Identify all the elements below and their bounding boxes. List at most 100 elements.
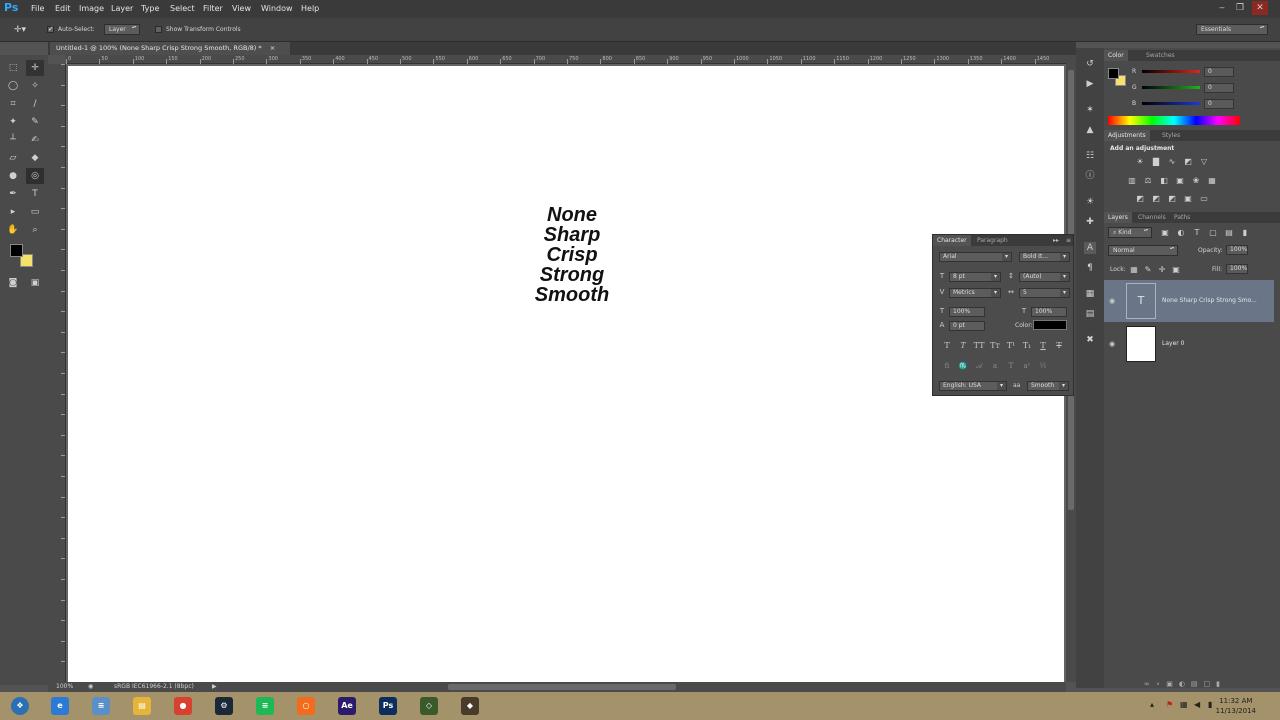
lock-all-icon[interactable]: ▣ xyxy=(1171,265,1181,275)
tracking-field[interactable]: 5 xyxy=(1019,288,1070,298)
small-caps-icon[interactable]: Tᴛ xyxy=(989,341,1001,350)
color-lookup-icon[interactable]: ▦ xyxy=(1207,176,1217,186)
faux-bold-icon[interactable]: T xyxy=(941,341,953,350)
opacity-value[interactable]: 100% xyxy=(1226,245,1248,255)
navigator-icon[interactable]: ▲ xyxy=(1084,124,1096,136)
tray-volume-icon[interactable]: ◀ xyxy=(1194,700,1200,709)
status-info-icon[interactable]: ◉ xyxy=(88,682,93,692)
taskbar-app-chrome[interactable]: ● xyxy=(165,694,201,718)
text-color-swatch[interactable] xyxy=(1033,320,1067,330)
collapse-panel-icon[interactable]: ▸▸ xyxy=(1053,235,1059,246)
layer-row-layer0[interactable]: ◉ Layer 0 xyxy=(1104,323,1274,365)
brush-presets-icon[interactable]: ✶ xyxy=(1084,104,1096,116)
baseline-shift-field[interactable]: 0 pt xyxy=(949,321,985,331)
status-menu-arrow-icon[interactable]: ▶ xyxy=(212,682,217,692)
healing-brush-tool-icon[interactable]: ✦ xyxy=(4,114,22,130)
channel-r-slider[interactable] xyxy=(1142,70,1200,73)
taskbar-app-app10[interactable]: ◆ xyxy=(452,694,488,718)
tray-expand-icon[interactable]: ▴ xyxy=(1150,700,1154,709)
blend-mode-dropdown[interactable]: Normal xyxy=(1108,245,1178,256)
visibility-eye-icon[interactable]: ◉ xyxy=(1109,280,1115,322)
horizontal-scrollbar[interactable] xyxy=(290,682,1066,692)
tab-styles[interactable]: Styles xyxy=(1158,130,1184,141)
invert-icon[interactable]: ◩ xyxy=(1135,194,1145,204)
menu-edit[interactable]: Edit xyxy=(55,0,71,18)
ordinals-icon[interactable]: a¹ xyxy=(1021,362,1033,370)
marquee-tool-icon[interactable]: ⬚ xyxy=(4,60,22,76)
tab-character[interactable]: Character xyxy=(933,235,971,246)
dodge-tool-icon[interactable]: ◎ xyxy=(26,168,44,184)
auto-select-checkbox[interactable] xyxy=(47,25,54,33)
horizontal-scale-field[interactable]: 100% xyxy=(1031,307,1067,317)
menu-file[interactable]: File xyxy=(31,0,44,18)
vibrance-icon[interactable]: ▽ xyxy=(1199,157,1209,167)
font-size-field[interactable]: 8 pt xyxy=(949,272,1001,282)
tab-paragraph[interactable]: Paragraph xyxy=(973,235,1012,246)
eyedropper-tool-icon[interactable]: ∕ xyxy=(26,96,44,112)
foreground-color-swatch[interactable] xyxy=(10,244,23,257)
gradient-map-icon[interactable]: ▭ xyxy=(1199,194,1209,204)
all-caps-icon[interactable]: TT xyxy=(973,341,985,350)
notes-icon[interactable]: ▤ xyxy=(1084,308,1096,320)
workspace-dropdown[interactable]: Essentials xyxy=(1196,24,1268,35)
faux-italic-icon[interactable]: T xyxy=(957,341,969,350)
document-tab-close-icon[interactable]: × xyxy=(270,44,275,52)
fractions-icon[interactable]: ½ xyxy=(1037,362,1049,370)
quick-mask-icon[interactable]: ◙ xyxy=(4,275,22,291)
curves-icon[interactable]: ∿ xyxy=(1167,157,1177,167)
document-tab[interactable]: Untitled-1 @ 100% (None Sharp Crisp Stro… xyxy=(50,42,290,55)
kerning-field[interactable]: Metrics xyxy=(949,288,1001,298)
show-transform-checkbox[interactable] xyxy=(155,26,162,33)
layers-footer-icons[interactable]: ∞∘▣◐▤□▮ xyxy=(1104,680,1280,688)
color-panel-foreground-swatch[interactable] xyxy=(1108,68,1119,79)
channel-r-value[interactable]: 0 xyxy=(1204,67,1234,77)
subscript-icon[interactable]: T₁ xyxy=(1021,341,1033,350)
black-white-icon[interactable]: ◧ xyxy=(1159,176,1169,186)
lasso-tool-icon[interactable]: ◯ xyxy=(4,78,22,94)
taskbar-app-notepad[interactable]: ≡ xyxy=(83,694,119,718)
layer-name[interactable]: Layer 0 xyxy=(1162,323,1184,365)
panel-menu-icon[interactable]: ≡ xyxy=(1066,235,1071,246)
fill-value[interactable]: 100% xyxy=(1226,264,1248,274)
zoom-level[interactable]: 100% xyxy=(56,682,73,692)
filter-toggle-icon[interactable]: ▮ xyxy=(1240,228,1250,238)
taskbar-app-spotify[interactable]: ≡ xyxy=(247,694,283,718)
hue-saturation-icon[interactable]: ▥ xyxy=(1127,176,1137,186)
taskbar-clock[interactable]: 11:32 AM 11/13/2014 xyxy=(1216,696,1256,716)
hand-tool-icon[interactable]: ✋ xyxy=(4,222,22,238)
superscript-icon[interactable]: T¹ xyxy=(1005,341,1017,350)
channel-mixer-icon[interactable]: ❀ xyxy=(1191,176,1201,186)
crop-tool-icon[interactable]: ⌗ xyxy=(4,96,22,112)
move-tool-icon[interactable]: ✛ xyxy=(26,60,44,76)
actions-panel-icon[interactable]: ▶ xyxy=(1084,78,1096,90)
horizontal-scroll-thumb[interactable] xyxy=(448,684,676,690)
antialias-dropdown[interactable]: Smooth xyxy=(1027,381,1069,391)
history-brush-tool-icon[interactable]: ✍ xyxy=(26,132,44,148)
taskbar-app-aftereffects[interactable]: Ae xyxy=(329,694,365,718)
tab-paths[interactable]: Paths xyxy=(1170,212,1194,223)
eraser-tool-icon[interactable]: ▱ xyxy=(4,150,22,166)
properties-panel-icon[interactable]: ⓘ xyxy=(1084,170,1096,182)
levels-icon[interactable]: ▇ xyxy=(1151,157,1161,167)
taskbar-app-photoshop[interactable]: Ps xyxy=(370,694,406,718)
filter-type-icon[interactable]: T xyxy=(1192,228,1202,238)
tab-swatches[interactable]: Swatches xyxy=(1142,50,1179,61)
tray-power-icon[interactable]: ▮ xyxy=(1208,700,1212,709)
selective-color-icon[interactable]: ▣ xyxy=(1183,194,1193,204)
move-tool-preset-icon[interactable]: ✛▾ xyxy=(14,25,26,35)
menu-filter[interactable]: Filter xyxy=(203,0,223,18)
tab-channels[interactable]: Channels xyxy=(1134,212,1170,223)
menu-window[interactable]: Window xyxy=(261,0,293,18)
filter-pixel-icon[interactable]: ▣ xyxy=(1160,228,1170,238)
channel-b-value[interactable]: 0 xyxy=(1204,99,1234,109)
channel-b-slider[interactable] xyxy=(1142,102,1200,105)
character-panel-icon[interactable]: A xyxy=(1084,242,1096,254)
exposure-icon[interactable]: ◩ xyxy=(1183,157,1193,167)
history-panel-icon[interactable]: ↺ xyxy=(1084,58,1096,70)
taskbar-app-steam[interactable]: ⚙ xyxy=(206,694,242,718)
threshold-icon[interactable]: ◩ xyxy=(1167,194,1177,204)
auto-select-target-dropdown[interactable]: Layer xyxy=(104,24,140,35)
channel-g-value[interactable]: 0 xyxy=(1204,83,1234,93)
lock-position-icon[interactable]: ✛ xyxy=(1157,265,1167,275)
paragraph-panel-icon[interactable]: ¶ xyxy=(1084,262,1096,274)
